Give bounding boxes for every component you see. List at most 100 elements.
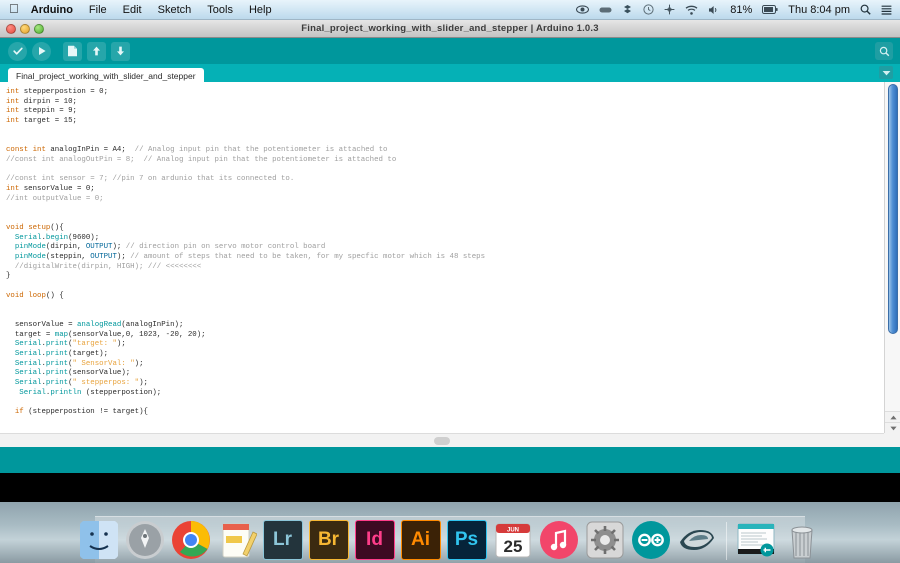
code-line: int dirpin = 10; <box>6 98 884 108</box>
menubar-status-area: 81% Thu 8:04 pm <box>576 4 900 16</box>
spotlight-search-icon[interactable] <box>860 4 871 15</box>
horizontal-scrollbar[interactable] <box>0 433 884 447</box>
upload-button[interactable] <box>32 41 51 61</box>
code-line: Serial.print("target: "); <box>6 340 884 350</box>
code-token: const int <box>6 146 51 155</box>
dock-item-trash[interactable] <box>782 520 822 560</box>
code-token: int <box>6 117 24 126</box>
dock-item-adobe-illustrator[interactable]: Ai <box>400 520 441 560</box>
code-token: analogInPin = A4; <box>50 146 135 155</box>
code-token: //const int sensor = 7; //pin 7 on ardun… <box>6 175 295 184</box>
battery-icon[interactable] <box>762 5 778 14</box>
menu-item-tools[interactable]: Tools <box>207 4 233 16</box>
code-token: ); <box>116 340 126 349</box>
svg-text:25: 25 <box>503 537 522 556</box>
svg-text:JUN: JUN <box>506 528 518 534</box>
verify-button[interactable] <box>8 41 27 61</box>
notification-center-icon[interactable] <box>881 5 892 15</box>
code-token: print <box>45 369 69 378</box>
code-token: setup <box>28 223 51 232</box>
code-token: OUTPUT <box>85 243 113 252</box>
code-line: target = map(sensorValue,0, 1023, -20, 2… <box>6 331 884 341</box>
dock-item-arduino[interactable] <box>631 520 671 560</box>
dock-item-itunes[interactable] <box>539 520 579 560</box>
code-token: (stepperpostion != target){ <box>28 408 148 417</box>
code-token: loop <box>28 291 46 300</box>
serial-monitor-button[interactable] <box>875 42 893 60</box>
code-token: void <box>6 291 29 300</box>
code-token: (target); <box>68 349 109 358</box>
clock-icon[interactable] <box>643 4 654 15</box>
open-sketch-button[interactable] <box>87 41 106 61</box>
volume-icon[interactable] <box>708 5 720 15</box>
vertical-scrollbar[interactable] <box>884 82 900 433</box>
dock-item-minimized-arduino-window[interactable] <box>736 520 776 560</box>
horizontal-scroll-thumb[interactable] <box>434 436 450 445</box>
apple-logo-icon[interactable]:  <box>9 2 19 15</box>
code-token: OUTPUT <box>90 252 117 261</box>
code-line: } <box>6 272 884 282</box>
dock-item-launchpad[interactable] <box>125 520 165 560</box>
new-sketch-button[interactable] <box>63 41 82 61</box>
code-token: Serial <box>6 340 42 349</box>
menubar-clock[interactable]: Thu 8:04 pm <box>788 4 850 16</box>
code-token: // direction pin on servo motor control … <box>125 243 326 252</box>
editor-area: int stepperpostion = 0; int dirpin = 10; i… <box>0 82 900 447</box>
menu-item-edit[interactable]: Edit <box>123 4 142 16</box>
code-token: ); <box>116 252 131 261</box>
vertical-scroll-thumb[interactable] <box>888 84 898 334</box>
dock-item-system-preferences[interactable] <box>585 520 625 560</box>
save-sketch-button[interactable] <box>111 41 130 61</box>
code-token: Serial <box>6 359 42 368</box>
code-token: map <box>54 330 69 339</box>
menu-item-arduino[interactable]: Arduino <box>31 4 73 16</box>
code-line: //int outputValue = 0; <box>6 195 884 205</box>
menu-item-sketch[interactable]: Sketch <box>158 4 192 16</box>
dock-item-calendar[interactable]: JUN 25 <box>493 520 533 560</box>
code-token: pinMode <box>6 252 46 261</box>
macos-dock-area: Lr Br Id Ai Ps JUN 25 <box>0 502 900 563</box>
message-area <box>0 447 900 473</box>
dock-item-finder[interactable] <box>79 520 119 560</box>
dock-item-processing[interactable] <box>677 520 717 560</box>
menu-item-file[interactable]: File <box>89 4 107 16</box>
scroll-up-arrow[interactable] <box>885 411 900 422</box>
wifi-icon[interactable] <box>685 5 698 15</box>
code-token: "target: " <box>72 340 117 349</box>
tab-menu-button[interactable] <box>879 66 893 79</box>
code-token: ); <box>134 359 144 368</box>
dock-item-stickies-notes[interactable] <box>217 520 257 560</box>
window-titlebar[interactable]: Final_project_working_with_slider_and_st… <box>0 20 900 38</box>
dock-item-adobe-photoshop[interactable]: Ps <box>446 520 487 560</box>
scroll-down-arrow[interactable] <box>885 422 900 433</box>
code-token: stepperpostion = 0; <box>23 88 109 96</box>
code-token: Serial <box>6 349 42 358</box>
pill-icon[interactable] <box>599 6 612 14</box>
code-token: steppin = 9; <box>23 107 77 116</box>
code-token: // amount of steps that need to be taken… <box>130 252 486 261</box>
dock-item-adobe-lightroom[interactable]: Lr <box>262 520 303 560</box>
code-editor[interactable]: int stepperpostion = 0; int dirpin = 10; i… <box>0 82 884 433</box>
code-line: void setup(){ <box>6 224 884 234</box>
code-token: sensorValue = 0; <box>23 185 95 194</box>
code-token: (){ <box>50 223 64 232</box>
dropbox-icon[interactable] <box>622 4 633 15</box>
code-line: if (stepperpostion != target){ <box>6 408 884 418</box>
dock-item-adobe-bridge[interactable]: Br <box>308 520 349 560</box>
code-line: Serial.print(target); <box>6 350 884 360</box>
code-line: Serial.println (stepperpostion); <box>6 389 884 399</box>
battery-percent-label: 81% <box>730 3 753 16</box>
menu-item-help[interactable]: Help <box>249 4 272 16</box>
dock-item-adobe-indesign[interactable]: Id <box>354 520 395 560</box>
eye-icon[interactable] <box>576 5 590 14</box>
arduino-window: Final_project_working_with_slider_and_st… <box>0 20 900 502</box>
dock-item-google-chrome[interactable] <box>171 520 211 560</box>
crosshair-icon[interactable] <box>664 4 675 15</box>
